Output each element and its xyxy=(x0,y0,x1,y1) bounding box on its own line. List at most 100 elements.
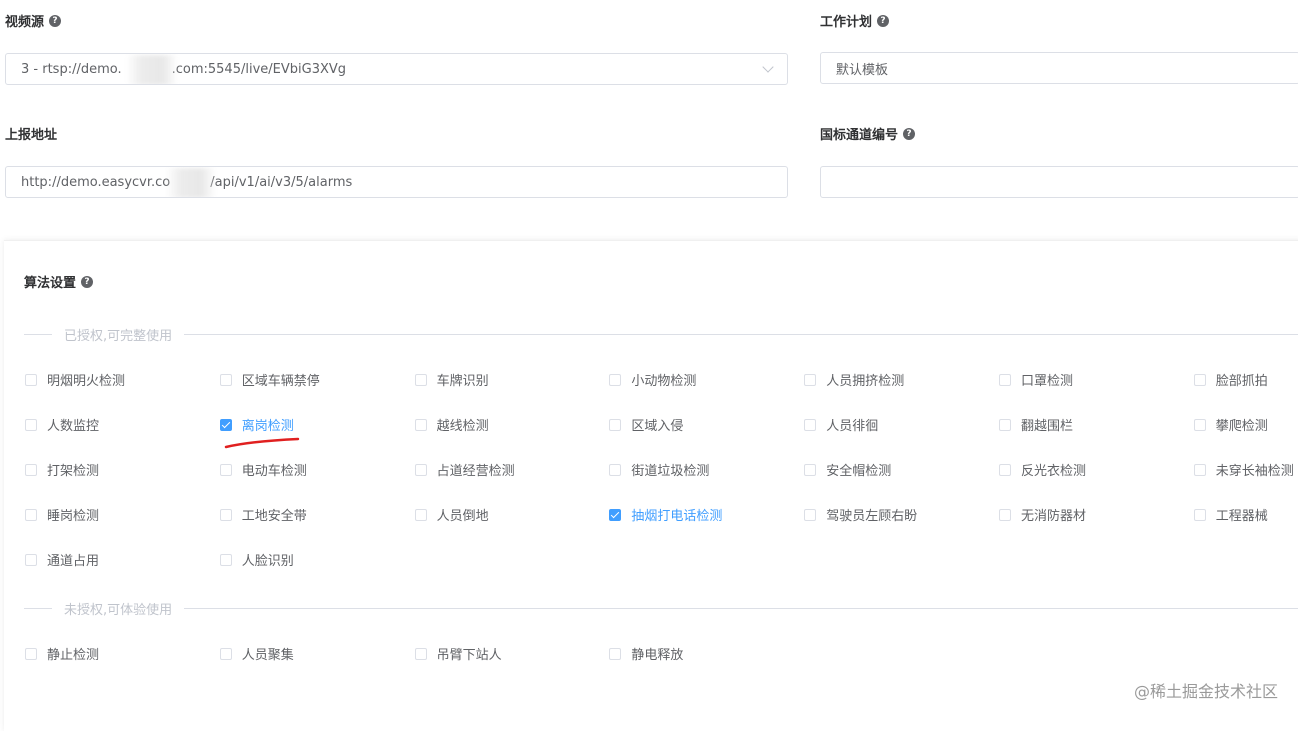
algorithm-checkbox[interactable]: 人脸识别 xyxy=(219,550,294,569)
checkbox-unchecked-icon[interactable] xyxy=(414,373,427,386)
checkbox-unchecked-icon[interactable] xyxy=(25,463,37,476)
help-icon[interactable]: ? xyxy=(49,14,62,27)
algorithm-checkbox-label: 睡岗检测 xyxy=(47,509,100,524)
algorithm-checkbox[interactable]: 电动车检测 xyxy=(219,460,307,479)
checkbox-unchecked-icon[interactable] xyxy=(999,373,1011,386)
checkbox-unchecked-icon[interactable] xyxy=(219,373,232,386)
checkbox-unchecked-icon[interactable] xyxy=(1193,508,1206,521)
checkbox-unchecked-icon[interactable] xyxy=(25,553,37,566)
algorithm-checkbox-label: 无消防器材 xyxy=(1021,509,1087,524)
checkbox-unchecked-icon[interactable] xyxy=(25,647,37,660)
algorithm-checkbox[interactable]: 反光衣检测 xyxy=(999,460,1086,479)
checkbox-unchecked-icon[interactable] xyxy=(999,418,1011,431)
algorithm-checkbox-label: 明烟明火检测 xyxy=(47,374,126,389)
unauthorized-divider-text: 未授权,可体验使用 xyxy=(52,599,185,618)
algorithm-checkbox[interactable]: 打架检测 xyxy=(25,460,99,479)
algorithm-checkbox-label: 驾驶员左顾右盼 xyxy=(826,509,918,524)
checkbox-unchecked-icon[interactable] xyxy=(414,418,427,431)
algorithm-checkbox-label: 电动车检测 xyxy=(241,464,307,479)
algorithm-checkbox-label: 人员聚集 xyxy=(241,648,294,663)
algorithm-checkbox[interactable]: 攀爬检测 xyxy=(1193,415,1268,434)
algorithm-checkbox-label: 反光衣检测 xyxy=(1021,464,1087,479)
redaction-blur xyxy=(166,168,216,197)
checkbox-unchecked-icon[interactable] xyxy=(414,647,427,660)
checkbox-unchecked-icon[interactable] xyxy=(414,463,427,476)
algorithm-checkbox[interactable]: 人员拥挤检测 xyxy=(804,370,904,389)
algorithm-checkbox[interactable]: 越线检测 xyxy=(414,415,489,434)
checkbox-unchecked-icon[interactable] xyxy=(1193,463,1206,476)
algorithm-checkbox-label: 翻越围栏 xyxy=(1021,419,1074,434)
checkbox-unchecked-icon[interactable] xyxy=(219,553,232,566)
algorithm-checkbox[interactable]: 无消防器材 xyxy=(999,505,1086,524)
work-plan-input[interactable]: 默认模板 xyxy=(820,52,1298,84)
algorithm-checkbox[interactable]: 人员徘徊 xyxy=(804,415,878,434)
help-icon[interactable]: ? xyxy=(81,275,94,288)
chevron-down-icon[interactable] xyxy=(762,61,774,73)
algorithm-checkbox-label: 区域入侵 xyxy=(631,419,684,434)
algorithm-checkbox[interactable]: 安全帽检测 xyxy=(804,460,891,479)
algorithm-checkbox[interactable]: 区域车辆禁停 xyxy=(219,370,320,389)
algorithm-checkbox-label: 抽烟打电话检测 xyxy=(631,509,723,524)
algorithm-checkbox-label: 区域车辆禁停 xyxy=(241,374,320,389)
help-icon[interactable]: ? xyxy=(877,14,890,27)
algorithm-checkbox[interactable]: 小动物检测 xyxy=(609,370,696,389)
algorithm-checkbox[interactable]: 人员倒地 xyxy=(414,505,489,524)
algorithm-checkbox-label: 口罩检测 xyxy=(1021,374,1074,389)
checkbox-unchecked-icon[interactable] xyxy=(25,508,37,521)
redaction-blur xyxy=(126,55,178,84)
checkbox-unchecked-icon[interactable] xyxy=(414,508,427,521)
algorithm-checkbox[interactable]: 离岗检测 xyxy=(219,415,294,434)
algorithm-checkbox[interactable]: 睡岗检测 xyxy=(25,505,99,524)
checkbox-unchecked-icon[interactable] xyxy=(999,463,1011,476)
algorithm-checkbox[interactable]: 街道垃圾检测 xyxy=(609,460,709,479)
report-url-input[interactable]: http://demo.easycvr.co/api/v1/ai/v3/5/al… xyxy=(5,166,788,198)
algorithm-checkbox-label: 吊臂下站人 xyxy=(436,648,502,663)
algorithm-checkbox-label: 攀爬检测 xyxy=(1215,419,1268,434)
algorithm-checkbox[interactable]: 人员聚集 xyxy=(219,644,294,663)
algorithm-checkbox-label: 静电释放 xyxy=(631,648,684,663)
algorithm-checkbox[interactable]: 驾驶员左顾右盼 xyxy=(804,505,917,524)
algorithm-checkbox[interactable]: 车牌识别 xyxy=(414,370,489,389)
algorithm-checkbox[interactable]: 脸部抓拍 xyxy=(1193,370,1268,389)
video-source-select[interactable]: 3 - rtsp://demo. .com:5545/live/EVbiG3XVg xyxy=(5,53,788,85)
gb-channel-label: 国标通道编号 ? xyxy=(820,124,916,143)
checkbox-unchecked-icon[interactable] xyxy=(609,463,622,476)
checkbox-unchecked-icon[interactable] xyxy=(25,418,37,431)
help-icon[interactable]: ? xyxy=(903,127,916,140)
checkbox-unchecked-icon[interactable] xyxy=(804,373,817,386)
algorithm-checkbox-label: 车牌识别 xyxy=(436,374,489,389)
algorithm-checkbox-label: 静止检测 xyxy=(47,648,100,663)
algorithm-checkbox[interactable]: 口罩检测 xyxy=(999,370,1073,389)
checkbox-unchecked-icon[interactable] xyxy=(1193,373,1206,386)
algorithm-checkbox[interactable]: 明烟明火检测 xyxy=(25,370,125,389)
algorithm-checkbox[interactable]: 未穿长袖检测 xyxy=(1193,460,1294,479)
checkbox-unchecked-icon[interactable] xyxy=(1193,418,1206,431)
checkbox-unchecked-icon[interactable] xyxy=(219,463,232,476)
algorithm-checkbox-label: 人员倒地 xyxy=(436,509,489,524)
algorithm-checkbox[interactable]: 占道经营检测 xyxy=(414,460,515,479)
checkbox-unchecked-icon[interactable] xyxy=(999,508,1011,521)
gb-channel-input[interactable] xyxy=(820,166,1298,198)
algorithm-checkbox[interactable]: 静电释放 xyxy=(609,644,683,663)
checkbox-unchecked-icon[interactable] xyxy=(25,373,37,386)
algorithm-checkbox[interactable]: 人数监控 xyxy=(25,415,99,434)
algorithm-checkbox[interactable]: 翻越围栏 xyxy=(999,415,1073,434)
checkbox-unchecked-icon[interactable] xyxy=(609,647,622,660)
checkbox-checked-icon[interactable] xyxy=(219,418,232,431)
checkbox-unchecked-icon[interactable] xyxy=(609,418,622,431)
algorithm-checkbox[interactable]: 工地安全带 xyxy=(219,505,307,524)
checkbox-checked-icon[interactable] xyxy=(609,508,622,521)
checkbox-unchecked-icon[interactable] xyxy=(804,508,817,521)
checkbox-unchecked-icon[interactable] xyxy=(804,463,817,476)
algorithm-checkbox[interactable]: 吊臂下站人 xyxy=(414,644,502,663)
algorithm-checkbox[interactable]: 工程器械 xyxy=(1193,505,1268,524)
checkbox-unchecked-icon[interactable] xyxy=(804,418,817,431)
algorithm-checkbox[interactable]: 抽烟打电话检测 xyxy=(609,505,722,524)
algorithm-checkbox-label: 越线检测 xyxy=(436,419,489,434)
checkbox-unchecked-icon[interactable] xyxy=(219,508,232,521)
algorithm-checkbox[interactable]: 区域入侵 xyxy=(609,415,683,434)
checkbox-unchecked-icon[interactable] xyxy=(219,647,232,660)
algorithm-checkbox[interactable]: 静止检测 xyxy=(25,644,99,663)
algorithm-checkbox[interactable]: 通道占用 xyxy=(25,550,99,569)
checkbox-unchecked-icon[interactable] xyxy=(609,373,622,386)
